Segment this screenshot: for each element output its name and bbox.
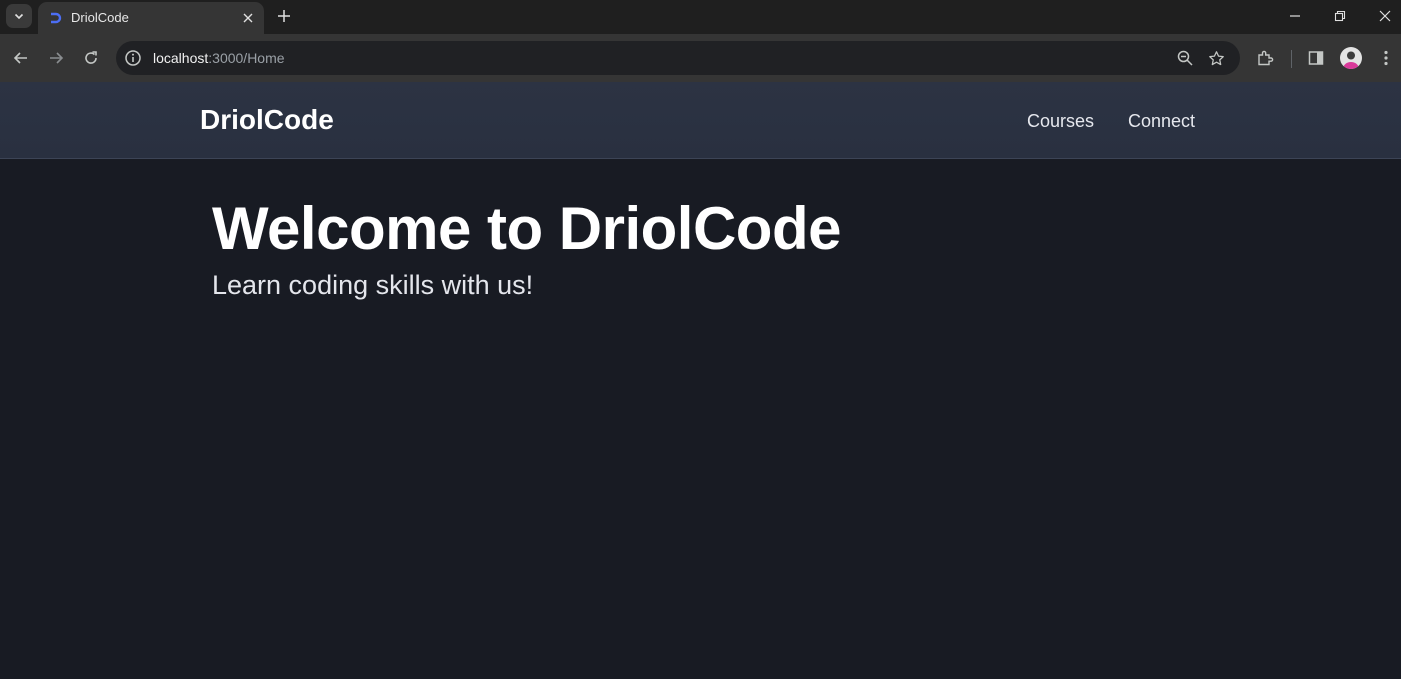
reload-button[interactable] <box>79 46 103 70</box>
more-icon <box>1384 50 1388 66</box>
url-text[interactable]: localhost:3000/Home <box>153 50 285 66</box>
tab-strip: DriolCode <box>0 0 1401 34</box>
hero-subtitle: Learn coding skills with us! <box>212 270 534 300</box>
zoom-button[interactable] <box>1175 48 1195 68</box>
favicon-icon <box>51 12 62 24</box>
browser-toolbar: localhost:3000/Home <box>0 34 1401 82</box>
restore-button[interactable] <box>1325 4 1355 28</box>
plus-icon <box>278 10 290 22</box>
back-icon <box>13 52 27 64</box>
forward-button[interactable] <box>44 46 68 70</box>
info-icon[interactable] <box>124 49 142 67</box>
extensions-icon <box>1258 50 1274 66</box>
side-panel-button[interactable] <box>1304 46 1328 70</box>
zoom-icon <box>1177 50 1193 66</box>
tab-title: DriolCode <box>71 10 129 25</box>
reload-icon <box>85 51 97 64</box>
minimize-icon <box>1290 15 1300 17</box>
hero-title: Welcome to DriolCode <box>212 195 841 262</box>
window-close-button[interactable] <box>1370 4 1400 28</box>
window-close-icon <box>1379 10 1391 22</box>
close-icon <box>243 13 253 23</box>
toolbar-divider <box>1291 50 1292 68</box>
bookmark-button[interactable] <box>1206 48 1226 68</box>
tab-close-button[interactable] <box>239 9 257 27</box>
tab-search-button[interactable] <box>6 4 32 28</box>
minimize-button[interactable] <box>1280 4 1310 28</box>
extensions-button[interactable] <box>1253 46 1277 70</box>
page-viewport: DriolCode Courses Connect Welcome to Dri… <box>0 82 1401 679</box>
chevron-down-icon <box>14 13 24 20</box>
star-icon <box>1208 50 1224 65</box>
site-navbar: DriolCode Courses Connect <box>0 82 1401 159</box>
new-tab-button[interactable] <box>272 5 296 27</box>
profile-avatar[interactable] <box>1340 47 1362 69</box>
site-brand[interactable]: DriolCode <box>200 104 334 136</box>
side-panel-icon <box>1308 51 1324 65</box>
forward-icon <box>50 52 64 64</box>
browser-tab[interactable]: DriolCode <box>38 2 264 34</box>
back-button[interactable] <box>9 46 33 70</box>
more-menu-button[interactable] <box>1374 46 1398 70</box>
profile-icon <box>1343 51 1359 69</box>
restore-icon <box>1334 10 1346 22</box>
address-bar[interactable]: localhost:3000/Home <box>116 41 1240 75</box>
nav-link-connect[interactable]: Connect <box>1128 111 1195 132</box>
nav-link-courses[interactable]: Courses <box>1027 111 1094 132</box>
